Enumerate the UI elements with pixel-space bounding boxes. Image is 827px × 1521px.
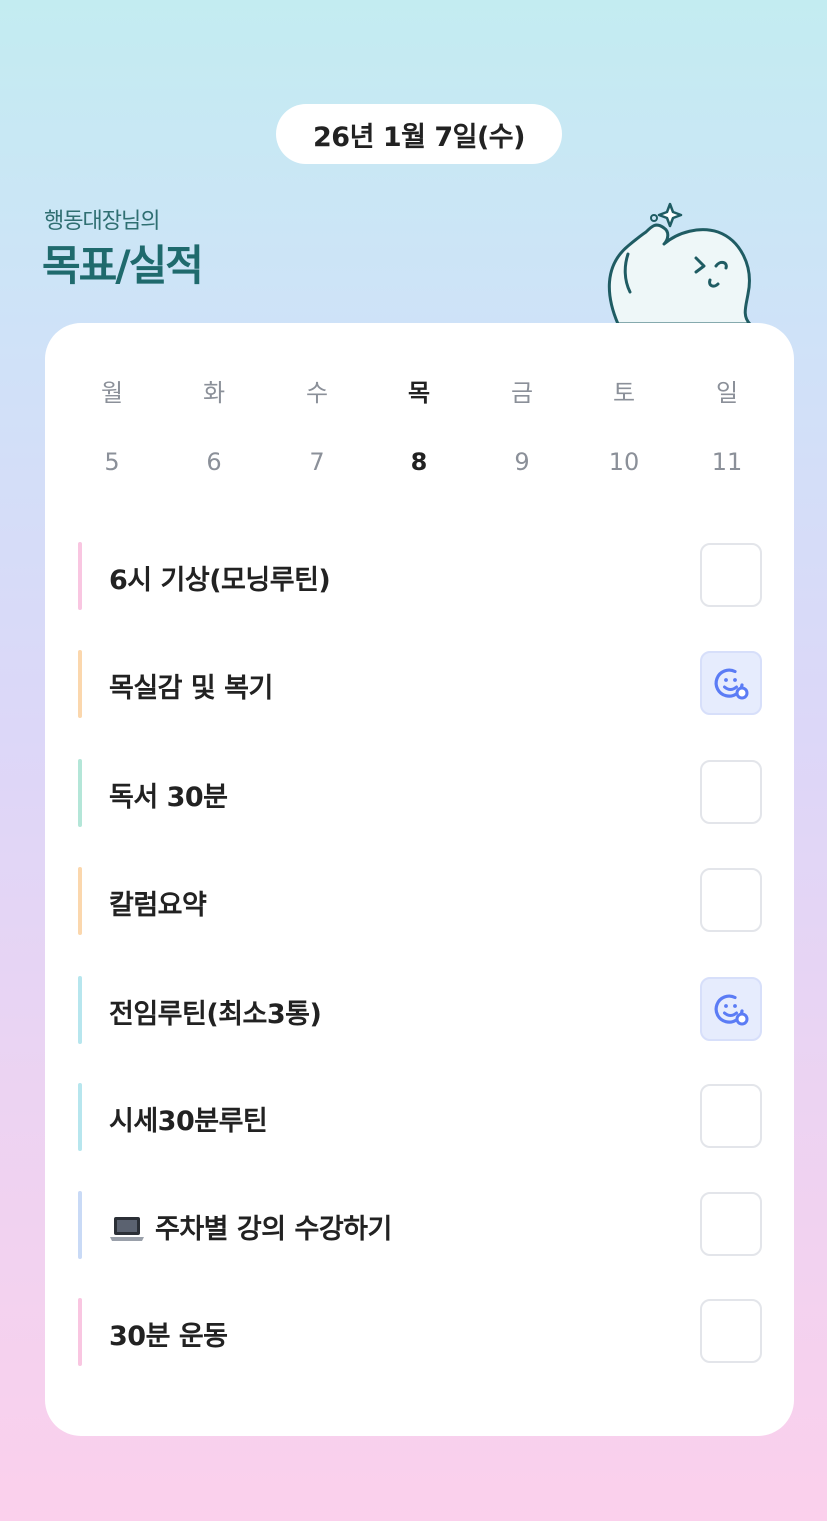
- task-checkbox[interactable]: [700, 1084, 762, 1148]
- task-item: 칼럼요약: [78, 867, 762, 935]
- task-color-bar: [78, 542, 82, 610]
- date-label: 26년 1월 7일(수): [313, 121, 526, 153]
- day-of-week: 목: [407, 379, 431, 407]
- task-checkbox[interactable]: [700, 977, 762, 1041]
- task-label: 주차별 강의 수강하기: [109, 1207, 392, 1246]
- day-number: 10: [608, 448, 640, 476]
- day-number: 11: [711, 448, 743, 476]
- task-color-bar: [78, 759, 82, 827]
- task-label: 6시 기상(모닝루틴): [109, 565, 331, 596]
- task-item: 전임루틴(최소3통): [78, 976, 762, 1044]
- task-checkbox[interactable]: [700, 760, 762, 824]
- task-item: 시세30분루틴: [78, 1083, 762, 1151]
- task-label: 목실감 및 복기: [109, 673, 273, 704]
- task-label: 시세30분루틴: [109, 1106, 268, 1137]
- task-color-bar: [78, 1083, 82, 1151]
- smiley-check-icon: [714, 668, 749, 700]
- task-checkbox[interactable]: [700, 868, 762, 932]
- day-of-week: 토: [612, 379, 636, 407]
- page-title: 목표/실적: [42, 241, 204, 290]
- task-checkbox[interactable]: [700, 543, 762, 607]
- day-of-week: 일: [715, 379, 739, 407]
- task-item: 독서 30분: [78, 759, 762, 827]
- task-color-bar: [78, 650, 82, 718]
- smiley-check-icon: [714, 994, 749, 1026]
- screen: 26년 1월 7일(수) 행동대장님의 목표/실적 월 5 화 6 수 7 목 …: [0, 0, 827, 1521]
- task-label: 전임루틴(최소3통): [109, 999, 322, 1030]
- task-color-bar: [78, 1191, 82, 1259]
- task-label-text: 주차별 강의 수강하기: [155, 1214, 392, 1245]
- day-of-week: 화: [202, 379, 226, 407]
- task-label: 칼럼요약: [109, 890, 207, 921]
- day-of-week: 금: [510, 379, 534, 407]
- task-color-bar: [78, 867, 82, 935]
- task-item: 6시 기상(모닝루틴): [78, 542, 762, 610]
- task-checkbox[interactable]: [700, 1299, 762, 1363]
- date-selector[interactable]: 26년 1월 7일(수): [276, 104, 562, 164]
- task-color-bar: [78, 1298, 82, 1366]
- task-label: 독서 30분: [109, 782, 228, 813]
- day-number: 7: [309, 448, 325, 476]
- mascot-illustration: [607, 202, 752, 326]
- task-color-bar: [78, 976, 82, 1044]
- day-number: 8: [410, 448, 428, 476]
- day-of-week: 수: [305, 379, 329, 407]
- goal-card: 월 5 화 6 수 7 목 8 금 9 토 10 일 11 6시 기상(모닝루틴…: [45, 323, 794, 1436]
- day-of-week: 월: [100, 379, 124, 407]
- task-item: 30분 운동: [78, 1298, 762, 1366]
- task-checkbox[interactable]: [700, 651, 762, 715]
- day-number: 5: [104, 448, 120, 476]
- day-number: 9: [514, 448, 530, 476]
- task-item: 주차별 강의 수강하기: [78, 1191, 762, 1259]
- laptop-icon: [110, 1217, 144, 1241]
- task-item: 목실감 및 복기: [78, 650, 762, 718]
- day-number: 6: [206, 448, 222, 476]
- page-subtitle: 행동대장님의: [44, 209, 160, 234]
- task-label: 30분 운동: [109, 1321, 228, 1352]
- task-checkbox[interactable]: [700, 1192, 762, 1256]
